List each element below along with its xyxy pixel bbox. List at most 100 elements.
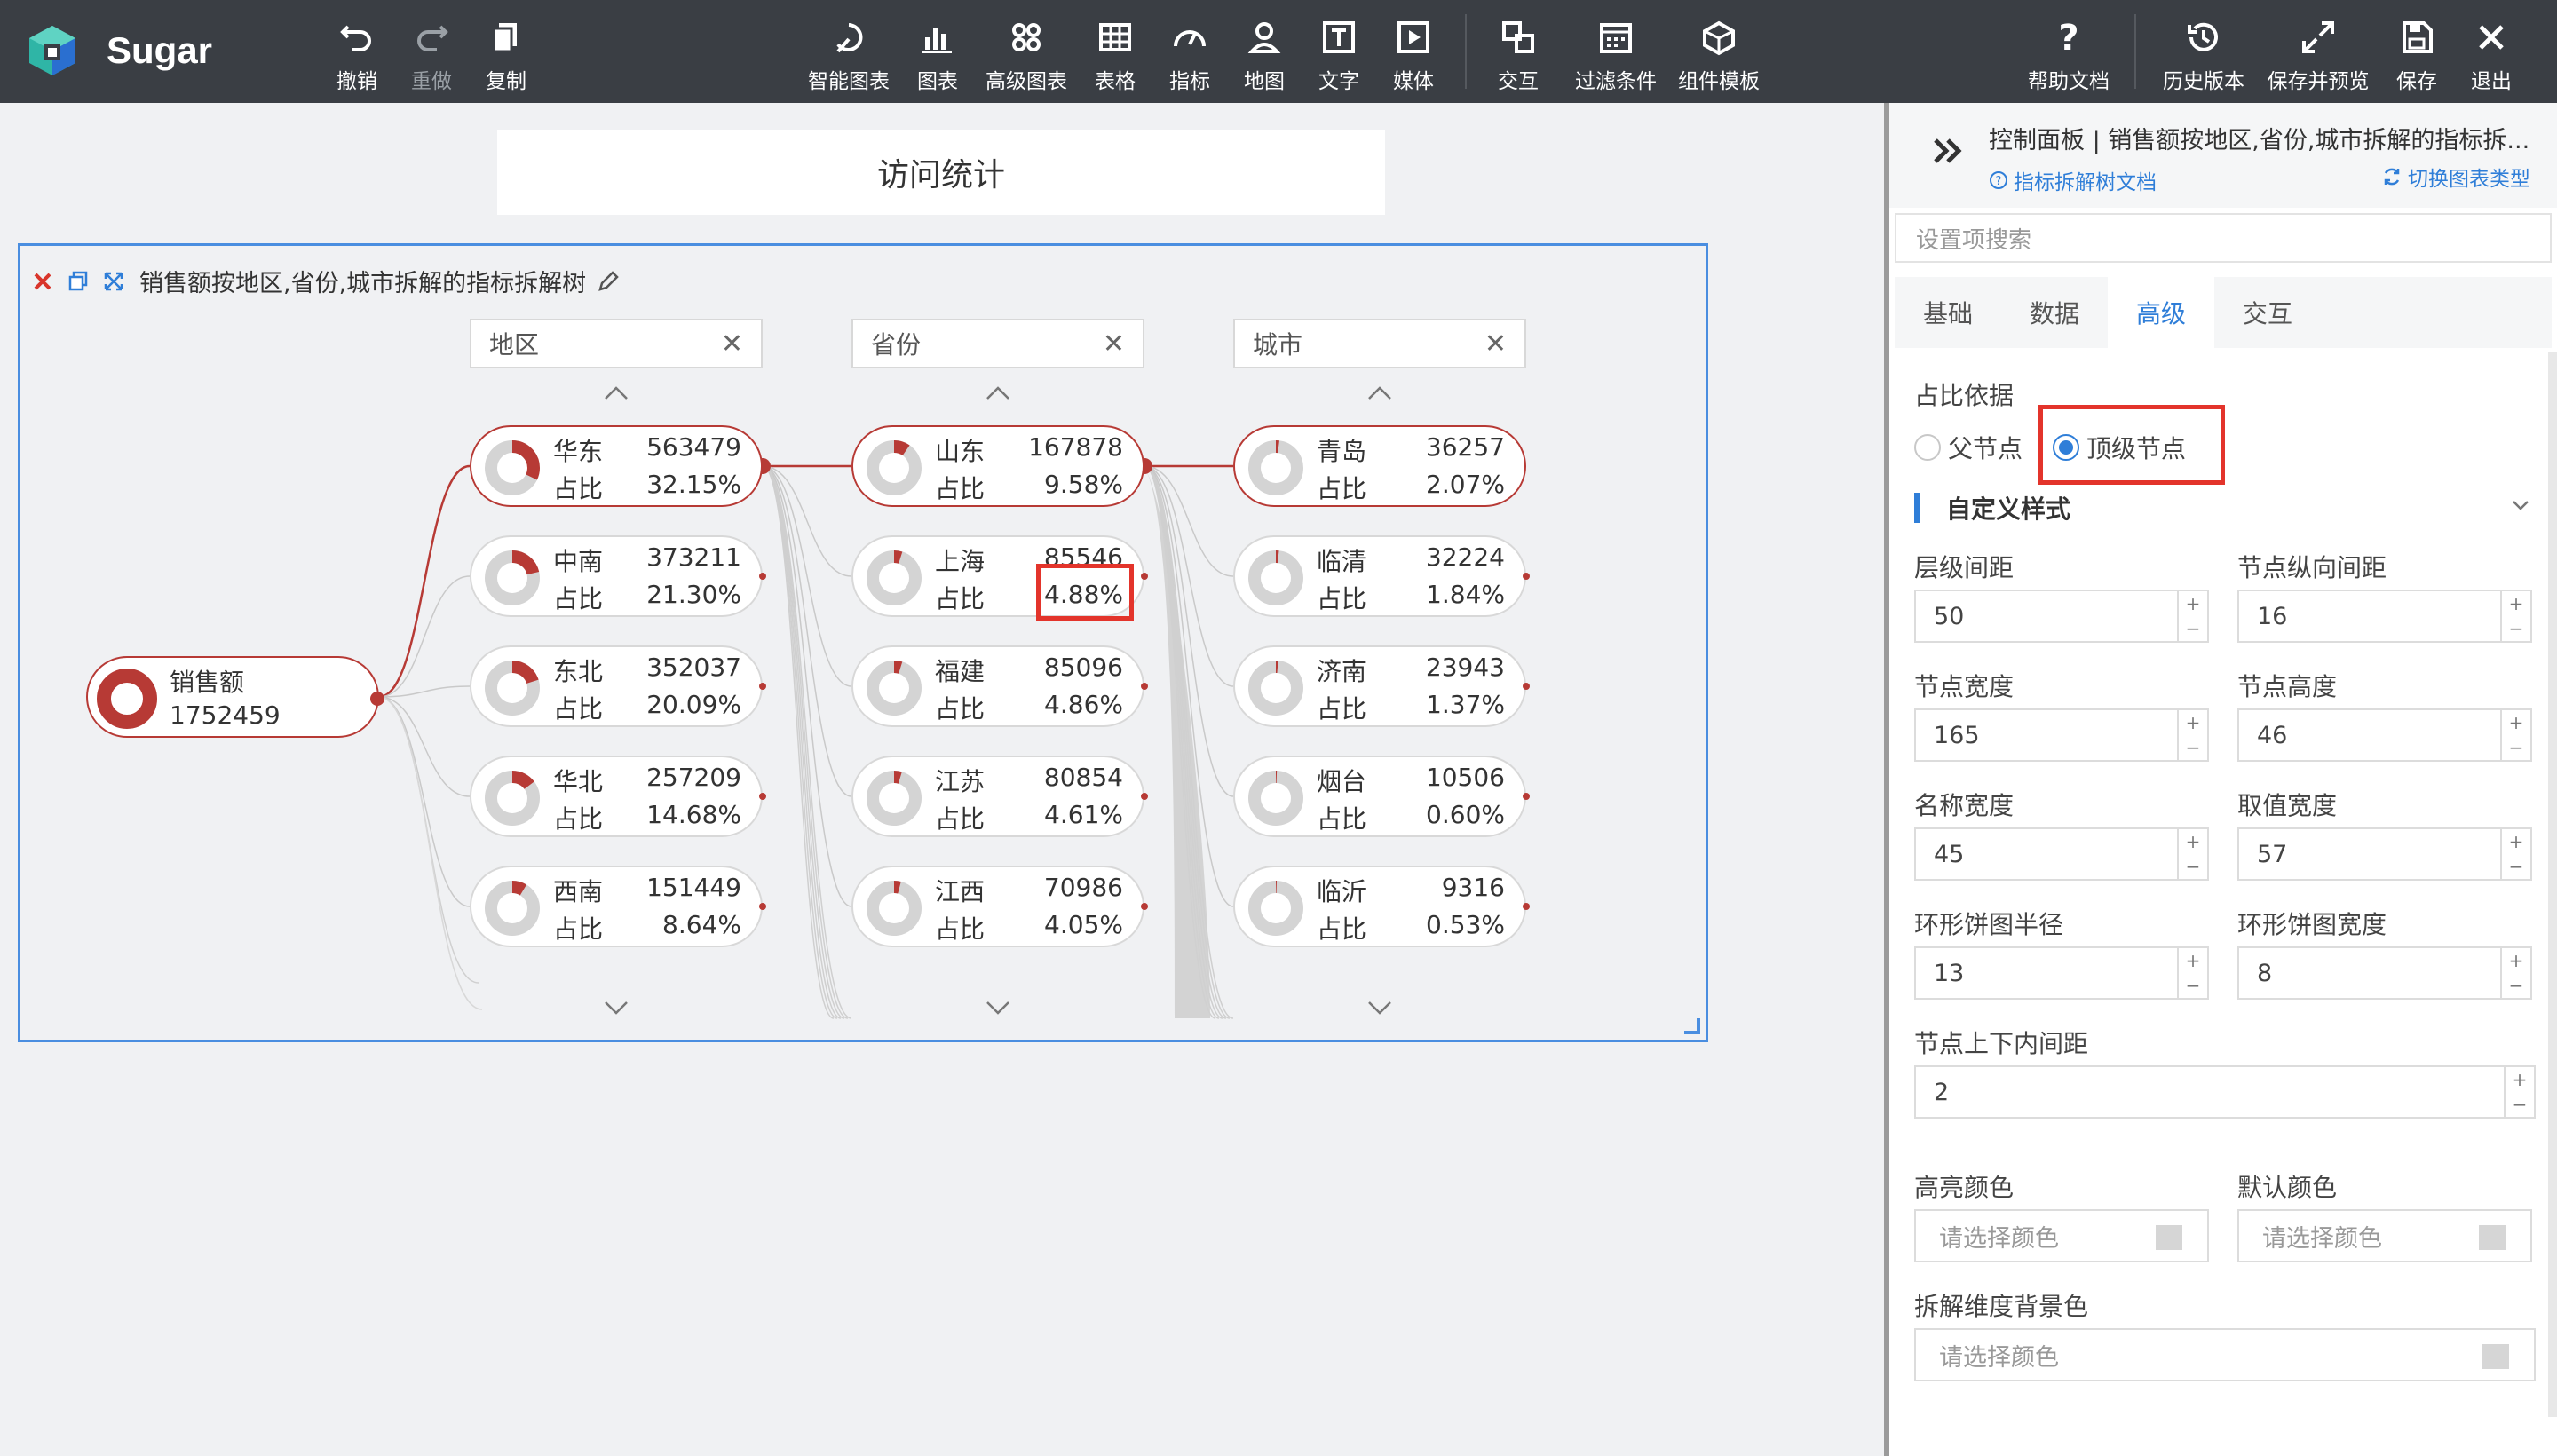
page-title-component[interactable]: 访问统计 <box>497 130 1385 215</box>
custom-style-section-header[interactable]: 自定义样式 <box>1914 492 2536 524</box>
template-button[interactable]: 组件模板 <box>1666 18 1772 94</box>
stepper-arrows[interactable]: + − <box>2504 1067 2534 1117</box>
scroll-down-chevron-icon[interactable] <box>1366 999 1393 1017</box>
node-expand-dot[interactable] <box>1523 683 1530 690</box>
delete-widget-icon[interactable] <box>29 268 56 295</box>
tree-node[interactable]: 江苏 占比 80854 4.61% <box>851 756 1148 837</box>
color-swatch[interactable] <box>2156 1225 2182 1250</box>
settings-search-input[interactable]: 设置项搜索 <box>1895 213 2552 263</box>
color-swatch[interactable] <box>2482 1344 2509 1369</box>
number-stepper-input[interactable]: 46 + − <box>2237 708 2532 762</box>
node-expand-dot[interactable] <box>759 903 766 910</box>
doc-link[interactable]: ? 指标拆解树文档 <box>1989 165 2157 195</box>
tree-node[interactable]: 临清 占比 32224 1.84% <box>1233 535 1530 617</box>
tree-node[interactable]: 烟台 占比 10506 0.60% <box>1233 756 1530 837</box>
scroll-down-chevron-icon[interactable] <box>603 999 629 1017</box>
number-stepper-input[interactable]: 13 + − <box>1914 946 2209 1000</box>
advanced-chart-button[interactable]: 高级图表 <box>982 18 1071 94</box>
clear-dimension-icon[interactable]: ✕ <box>1103 328 1125 360</box>
dimension-select-region[interactable]: 地区 ✕ <box>470 319 763 368</box>
interaction-button[interactable]: 交互 <box>1474 18 1563 94</box>
chevron-down-icon[interactable] <box>2511 499 2530 511</box>
text-label: 文字 <box>1318 70 1359 93</box>
stepper-arrows[interactable]: + − <box>2177 710 2207 760</box>
clear-dimension-icon[interactable]: ✕ <box>721 328 743 360</box>
number-stepper-input[interactable]: 57 + − <box>2237 827 2532 881</box>
panel-scrollbar[interactable] <box>2548 352 2557 1417</box>
number-stepper-input[interactable]: 8 + − <box>2237 946 2532 1000</box>
metric-tree-widget[interactable]: 销售额按地区,省份,城市拆解的指标拆解树 地区 ✕ 省份 ✕ 城市 ✕ 销售额 <box>18 243 1708 1042</box>
tree-node[interactable]: 华北 占比 257209 14.68% <box>470 756 766 837</box>
help-doc-button[interactable]: ? 帮助文档 <box>2024 18 2113 94</box>
tree-node[interactable]: 山东 占比 167878 9.58% <box>851 425 1144 507</box>
resize-handle[interactable] <box>1684 1018 1700 1034</box>
exit-button[interactable]: 退出 <box>2447 18 2536 94</box>
smart-chart-button[interactable]: 智能图表 <box>804 18 893 94</box>
stepper-arrows[interactable]: + − <box>2500 829 2530 879</box>
node-pct: 1.37% <box>1426 690 1505 719</box>
tab-interaction[interactable]: 交互 <box>2214 277 2321 348</box>
scroll-up-chevron-icon[interactable] <box>603 384 629 402</box>
scroll-down-chevron-icon[interactable] <box>985 999 1011 1017</box>
stepper-arrows[interactable]: + − <box>2500 710 2530 760</box>
tree-node[interactable]: 临沂 占比 9316 0.53% <box>1233 866 1530 947</box>
tree-node[interactable]: 东北 占比 352037 20.09% <box>470 645 766 727</box>
node-expand-dot[interactable] <box>759 793 766 800</box>
tree-node[interactable]: 江西 占比 70986 4.05% <box>851 866 1148 947</box>
stepper-arrows[interactable]: + − <box>2177 948 2207 998</box>
tree-node[interactable]: 青岛 占比 36257 2.07% <box>1233 425 1526 507</box>
copy-button[interactable]: 复制 <box>462 18 550 94</box>
node-expand-dot[interactable] <box>759 573 766 580</box>
tree-node[interactable]: 济南 占比 23943 1.37% <box>1233 645 1530 727</box>
tree-node[interactable]: 中南 占比 373211 21.30% <box>470 535 766 617</box>
fullscreen-widget-icon[interactable] <box>100 268 127 295</box>
save-preview-label: 保存并预览 <box>2267 70 2370 93</box>
clear-dimension-icon[interactable]: ✕ <box>1484 328 1507 360</box>
scroll-up-chevron-icon[interactable] <box>1366 384 1393 402</box>
number-stepper-input[interactable]: 165 + − <box>1914 708 2209 762</box>
color-placeholder: 请选择颜色 <box>1939 1343 2059 1372</box>
node-expand-dot[interactable] <box>1141 683 1148 690</box>
number-stepper-input[interactable]: 45 + − <box>1914 827 2209 881</box>
tab-basic[interactable]: 基础 <box>1895 277 2001 348</box>
chart-button[interactable]: 图表 <box>893 18 982 94</box>
media-button[interactable]: 媒体 <box>1369 18 1458 94</box>
table-label: 表格 <box>1095 70 1136 93</box>
collapse-double-chevron-icon[interactable] <box>1930 133 1966 169</box>
scroll-up-chevron-icon[interactable] <box>985 384 1011 402</box>
node-expand-dot[interactable] <box>1523 573 1530 580</box>
color-picker-input[interactable]: 请选择颜色 <box>1914 1209 2209 1262</box>
edit-title-pencil-icon[interactable] <box>595 268 621 295</box>
node-expand-dot[interactable] <box>1141 793 1148 800</box>
number-stepper-input[interactable]: 50 + − <box>1914 590 2209 643</box>
stepper-arrows[interactable]: + − <box>2177 591 2207 641</box>
node-expand-dot[interactable] <box>1141 573 1148 580</box>
history-button[interactable]: 历史版本 <box>2159 18 2248 94</box>
tree-root-node[interactable]: 销售额 1752459 <box>86 656 384 738</box>
tree-node[interactable]: 西南 占比 151449 8.64% <box>470 866 766 947</box>
tab-data[interactable]: 数据 <box>2001 277 2108 348</box>
stepper-arrows[interactable]: + − <box>2500 948 2530 998</box>
stepper-arrows[interactable]: + − <box>2177 829 2207 879</box>
panel-tabs: 基础 数据 高级 交互 <box>1895 277 2552 348</box>
filter-button[interactable]: 过滤条件 <box>1563 18 1669 94</box>
save-preview-button[interactable]: 保存并预览 <box>2260 18 2376 94</box>
color-picker-input[interactable]: 请选择颜色 <box>1914 1328 2536 1381</box>
node-expand-dot[interactable] <box>1523 793 1530 800</box>
switch-chart-type-link[interactable]: 切换图表类型 <box>2381 162 2530 192</box>
tab-advanced[interactable]: 高级 <box>2108 277 2214 348</box>
stepper-arrows[interactable]: + − <box>2500 591 2530 641</box>
color-swatch[interactable] <box>2479 1225 2506 1250</box>
number-stepper-input[interactable]: 2 + − <box>1914 1065 2536 1119</box>
node-expand-dot[interactable] <box>759 683 766 690</box>
tree-node[interactable]: 福建 占比 85096 4.86% <box>851 645 1148 727</box>
tree-node[interactable]: 华东 占比 563479 32.15% <box>470 425 763 507</box>
node-expand-dot[interactable] <box>1523 903 1530 910</box>
dimension-select-city[interactable]: 城市 ✕ <box>1233 319 1526 368</box>
number-stepper-input[interactable]: 16 + − <box>2237 590 2532 643</box>
color-picker-input[interactable]: 请选择颜色 <box>2237 1209 2532 1262</box>
node-expand-dot[interactable] <box>1141 903 1148 910</box>
dimension-select-province[interactable]: 省份 ✕ <box>851 319 1144 368</box>
duplicate-widget-icon[interactable] <box>65 268 91 295</box>
radio-parent-node[interactable] <box>1914 434 1941 461</box>
